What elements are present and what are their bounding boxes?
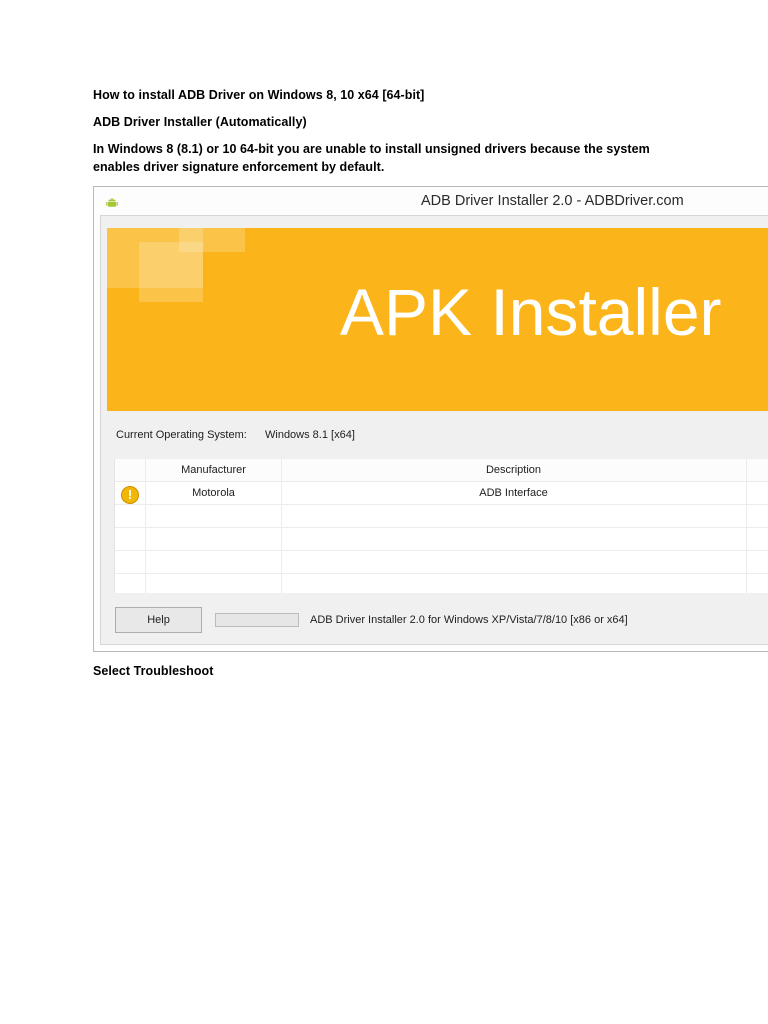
window-titlebar: ADB Driver Installer 2.0 - ADBDriver.com	[94, 187, 768, 217]
apk-installer-banner: APK Installer	[107, 228, 768, 411]
table-header: Manufacturer Description	[115, 459, 768, 482]
row-divider	[115, 527, 768, 528]
row-divider	[115, 504, 768, 505]
driver-table: Manufacturer Description ! Motorola ADB …	[114, 459, 768, 593]
banner-title: APK Installer	[340, 275, 722, 349]
row-description[interactable]: ADB Interface	[281, 487, 746, 499]
column-header-manufacturer[interactable]: Manufacturer	[146, 464, 281, 476]
doc-paragraph-line-2: enables driver signature enforcement by …	[93, 160, 385, 174]
status-text: ADB Driver Installer 2.0 for Windows XP/…	[310, 614, 628, 626]
warning-icon: !	[121, 486, 139, 504]
column-header-description[interactable]: Description	[281, 464, 746, 476]
banner-decoration-square	[179, 228, 245, 252]
row-divider	[115, 573, 768, 574]
doc-footer-text: Select Troubleshoot	[93, 664, 214, 678]
installer-window-screenshot: ADB Driver Installer 2.0 - ADBDriver.com…	[93, 186, 768, 652]
android-icon	[106, 198, 118, 207]
window-title: ADB Driver Installer 2.0 - ADBDriver.com	[421, 193, 684, 209]
doc-paragraph-line-1: In Windows 8 (8.1) or 10 64-bit you are …	[93, 142, 650, 156]
help-button[interactable]: Help	[115, 607, 202, 633]
row-divider	[115, 550, 768, 551]
doc-subheading: ADB Driver Installer (Automatically)	[93, 115, 307, 129]
doc-heading: How to install ADB Driver on Windows 8, …	[93, 88, 425, 102]
os-value: Windows 8.1 [x64]	[265, 429, 355, 441]
os-label: Current Operating System:	[116, 429, 247, 441]
row-manufacturer[interactable]: Motorola	[146, 487, 281, 499]
progress-bar	[215, 613, 299, 627]
